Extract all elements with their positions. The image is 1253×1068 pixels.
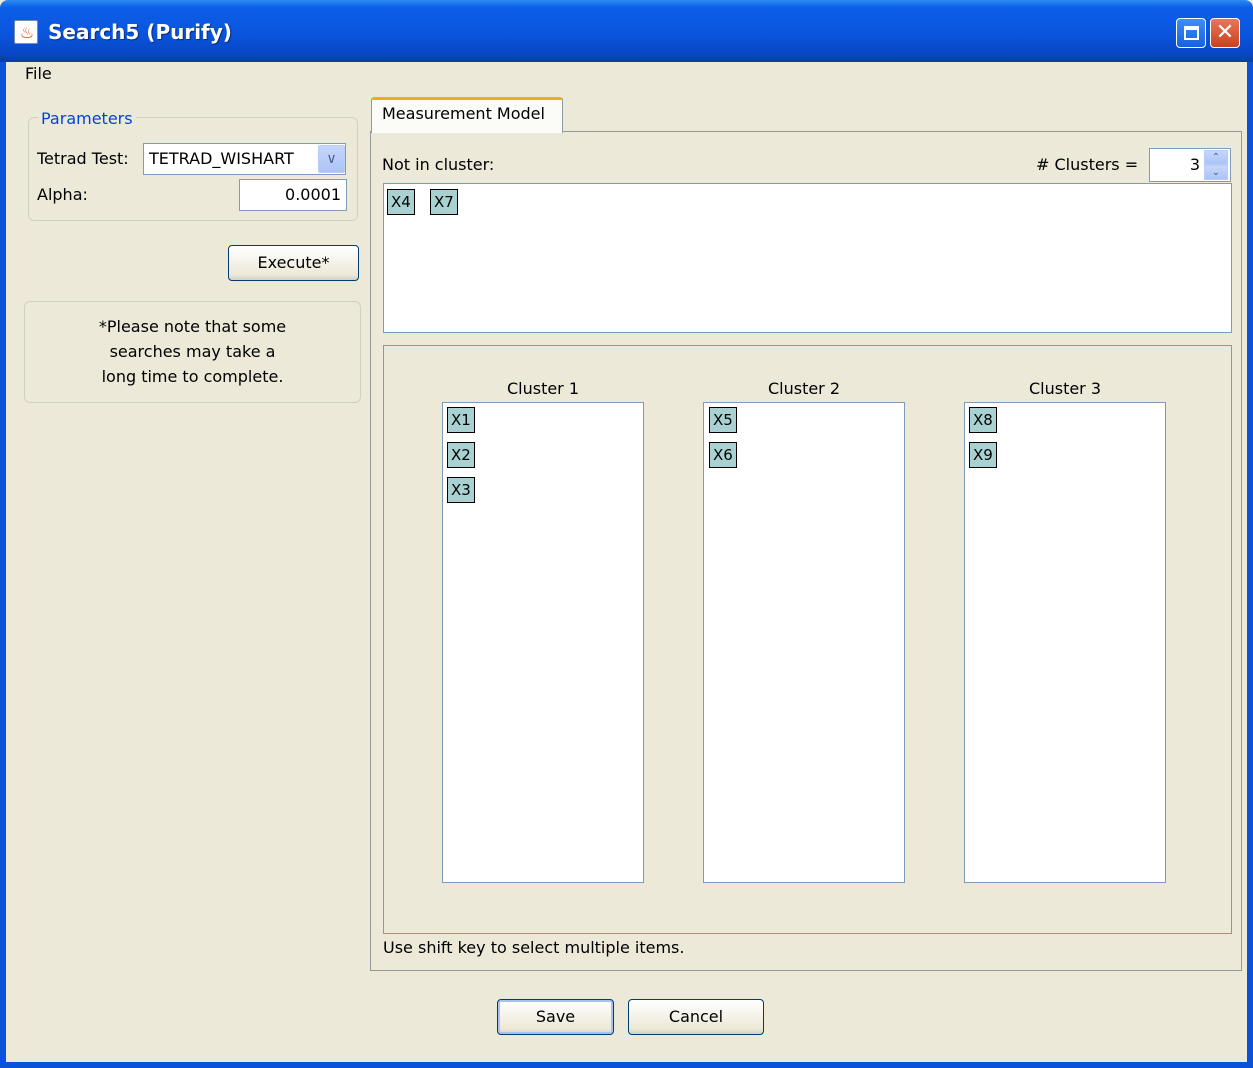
variable-chip[interactable]: X8 (969, 407, 997, 433)
note-line: long time to complete. (101, 367, 284, 386)
note-line: *Please note that some (98, 317, 287, 336)
dropdown-button[interactable]: ∨ (318, 145, 345, 173)
java-cup-icon: ♨ (14, 20, 38, 44)
cancel-button[interactable]: Cancel (628, 999, 764, 1035)
arrow-down-icon: ⌄ (1211, 167, 1221, 178)
tab-label[interactable]: Measurement Model (382, 102, 545, 126)
note-line: searches may take a (109, 342, 276, 361)
variable-chip[interactable]: X3 (447, 477, 475, 503)
window-border-right (1247, 62, 1253, 1068)
menu-bar (6, 62, 1247, 86)
chevron-down-icon: ∨ (326, 151, 337, 167)
execute-button[interactable]: Execute* (228, 245, 359, 281)
alpha-label: Alpha: (37, 185, 88, 204)
alpha-value[interactable]: 0.0001 (241, 183, 341, 207)
variable-chip[interactable]: X6 (709, 442, 737, 468)
not-in-cluster-label: Not in cluster: (382, 155, 495, 174)
cluster-list[interactable] (703, 402, 905, 883)
variable-chip[interactable]: X4 (387, 189, 415, 215)
cluster-label: Cluster 1 (506, 379, 580, 398)
variable-chip[interactable]: X5 (709, 407, 737, 433)
variable-chip[interactable]: X7 (430, 189, 458, 215)
arrow-up-icon: ⌃ (1211, 152, 1221, 163)
java-cup-glyph: ♨ (19, 23, 35, 42)
cluster-label: Cluster 3 (1028, 379, 1102, 398)
cluster-list[interactable] (964, 402, 1166, 883)
restore-icon (1184, 26, 1199, 40)
window-border-bottom (0, 1062, 1253, 1068)
tetrad-test-label: Tetrad Test: (37, 149, 129, 168)
menu-file[interactable]: File (25, 62, 52, 86)
num-clusters-value[interactable]: 3 (1152, 153, 1200, 177)
selection-hint: Use shift key to select multiple items. (383, 938, 685, 957)
window-border-left (0, 62, 6, 1068)
spinner-down-button[interactable]: ⌄ (1204, 165, 1228, 180)
close-button[interactable]: ✕ (1210, 18, 1240, 48)
not-in-cluster-list[interactable] (383, 183, 1232, 333)
cluster-list[interactable] (442, 402, 644, 883)
spinner-up-button[interactable]: ⌃ (1204, 150, 1228, 165)
num-clusters-label: # Clusters = (1036, 155, 1139, 174)
save-button[interactable]: Save (497, 999, 614, 1035)
variable-chip[interactable]: X1 (447, 407, 475, 433)
close-icon: ✕ (1215, 20, 1235, 45)
cluster-label: Cluster 2 (767, 379, 841, 398)
window-title: Search5 (Purify) (48, 20, 232, 44)
variable-chip[interactable]: X2 (447, 442, 475, 468)
variable-chip[interactable]: X9 (969, 442, 997, 468)
tetrad-test-value[interactable]: TETRAD_WISHART (149, 147, 294, 171)
restore-button[interactable] (1176, 18, 1206, 48)
parameters-legend: Parameters (38, 108, 136, 130)
